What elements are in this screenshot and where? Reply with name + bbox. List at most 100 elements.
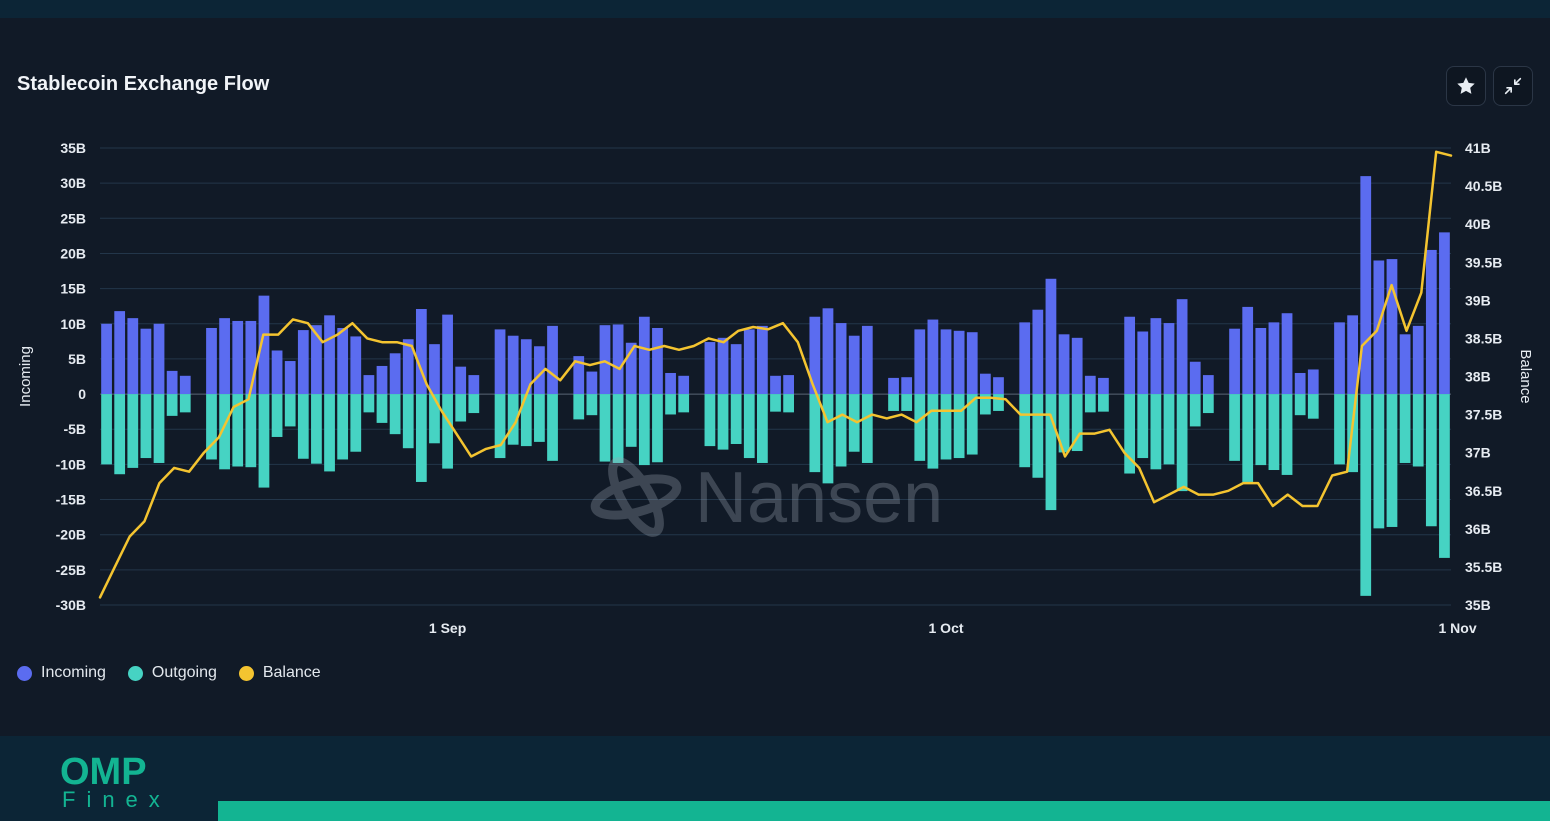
outgoing-bar — [743, 394, 755, 459]
y-tick-label: -10B — [56, 456, 86, 472]
y-tick-label: -25B — [56, 562, 86, 578]
incoming-bar — [953, 330, 965, 395]
incoming-bar — [678, 375, 690, 395]
outgoing-bar — [1084, 394, 1096, 413]
incoming-bar — [284, 361, 296, 395]
incoming-bar — [232, 320, 244, 395]
incoming-bar — [455, 366, 467, 395]
incoming-bar — [888, 377, 899, 395]
incoming-bar — [297, 330, 309, 395]
outgoing-bar — [1268, 394, 1280, 471]
legend-item-outgoing[interactable]: Outgoing — [127, 664, 217, 682]
y-tick-label: 20B — [60, 245, 86, 261]
outgoing-bar — [153, 394, 165, 463]
incoming-bar — [1412, 325, 1424, 395]
y-tick-label: 25B — [60, 210, 86, 226]
outgoing-bar — [652, 394, 663, 463]
y-tick-label: 15B — [60, 281, 86, 297]
y2-tick-label: 35B — [1465, 597, 1491, 613]
y-tick-label: 35B — [60, 140, 86, 156]
incoming-bar — [1386, 259, 1398, 395]
incoming-bar — [835, 323, 847, 395]
y-tick-label: 10B — [60, 316, 86, 332]
outgoing-bar — [1202, 394, 1214, 414]
incoming-bar — [1019, 322, 1031, 395]
incoming-bar — [507, 335, 519, 395]
y-tick-label: -20B — [56, 527, 86, 543]
incoming-bar — [1334, 322, 1345, 395]
outgoing-bar — [402, 394, 414, 449]
outgoing-bar — [258, 394, 270, 488]
incoming-bar — [1045, 278, 1057, 395]
incoming-bar — [940, 329, 952, 395]
outgoing-bar — [363, 394, 375, 413]
outgoing-bar — [1307, 394, 1319, 419]
outgoing-bar — [534, 394, 545, 442]
outgoing-bar — [376, 394, 388, 423]
outgoing-bar — [612, 394, 624, 463]
incoming-bar — [1058, 334, 1070, 395]
incoming-bar — [1281, 313, 1293, 395]
y2-tick-label: 40.5B — [1465, 178, 1502, 194]
outgoing-bar — [835, 394, 847, 467]
incoming-bar — [1098, 377, 1109, 395]
incoming-bar — [1360, 176, 1372, 395]
incoming-bar — [179, 375, 191, 395]
incoming-bar — [1294, 372, 1306, 395]
legend-item-incoming[interactable]: Incoming — [17, 664, 106, 682]
incoming-bar — [350, 336, 362, 395]
y2-tick-label: 38B — [1465, 369, 1491, 385]
outgoing-bar — [861, 394, 873, 463]
outgoing-bar — [1425, 394, 1437, 527]
outgoing-bar — [101, 394, 112, 465]
incoming-bar — [638, 316, 650, 395]
outgoing-bar — [1019, 394, 1031, 468]
outgoing-bar — [547, 394, 558, 461]
incoming-bar — [1229, 328, 1240, 395]
incoming-bar — [612, 324, 624, 395]
outgoing-bar — [638, 394, 650, 466]
chart: Nansen 35B 30B 25B 20B 15B 10B 5B 0 -5B -10B -15B -… — [17, 140, 1534, 636]
outgoing-bar — [1373, 394, 1385, 529]
outgoing-bar — [901, 394, 913, 411]
watermark-ring — [608, 457, 664, 537]
incoming-bar — [153, 323, 165, 395]
incoming-bar — [848, 335, 860, 395]
incoming-bar — [1255, 327, 1267, 395]
incoming-bar — [1084, 375, 1096, 395]
watermark: Nansen — [590, 457, 943, 538]
outgoing-bar — [166, 394, 178, 416]
incoming-bar — [1202, 375, 1214, 395]
outgoing-bar — [284, 394, 296, 427]
outgoing-bar — [468, 394, 480, 414]
incoming-bar — [494, 329, 506, 395]
incoming-bar — [730, 344, 742, 395]
incoming-bar — [1425, 249, 1437, 395]
y-tick-label: 0 — [78, 386, 86, 402]
incoming-bar — [324, 315, 335, 395]
y2-tick-label: 39B — [1465, 292, 1491, 308]
outgoing-bar — [730, 394, 742, 444]
balance-swatch — [238, 665, 254, 681]
incoming-bar — [442, 314, 453, 395]
incoming-bar — [704, 342, 716, 395]
outgoing-bar — [114, 394, 126, 475]
incoming-bar — [1032, 309, 1044, 395]
y2-tick-label: 36B — [1465, 521, 1491, 537]
legend-item-balance[interactable]: Balance — [238, 664, 321, 682]
y-tick-label: 30B — [60, 175, 86, 191]
incoming-bar — [140, 328, 152, 395]
y2-tick-label: 35.5B — [1465, 559, 1502, 575]
incoming-bar — [927, 319, 939, 395]
watermark-text: Nansen — [695, 458, 943, 538]
incoming-bar — [1163, 323, 1175, 395]
outgoing-bar — [1242, 394, 1254, 482]
outgoing-bar — [442, 394, 453, 469]
nansen-logo-icon — [590, 457, 682, 537]
incoming-bar — [363, 375, 375, 395]
y2-axis-title: Balance — [1517, 349, 1534, 403]
omp-finex-logo: OMP Finex — [60, 751, 160, 812]
outgoing-bar — [389, 394, 401, 435]
incoming-bar — [1071, 337, 1083, 395]
outgoing-bar — [429, 394, 440, 444]
